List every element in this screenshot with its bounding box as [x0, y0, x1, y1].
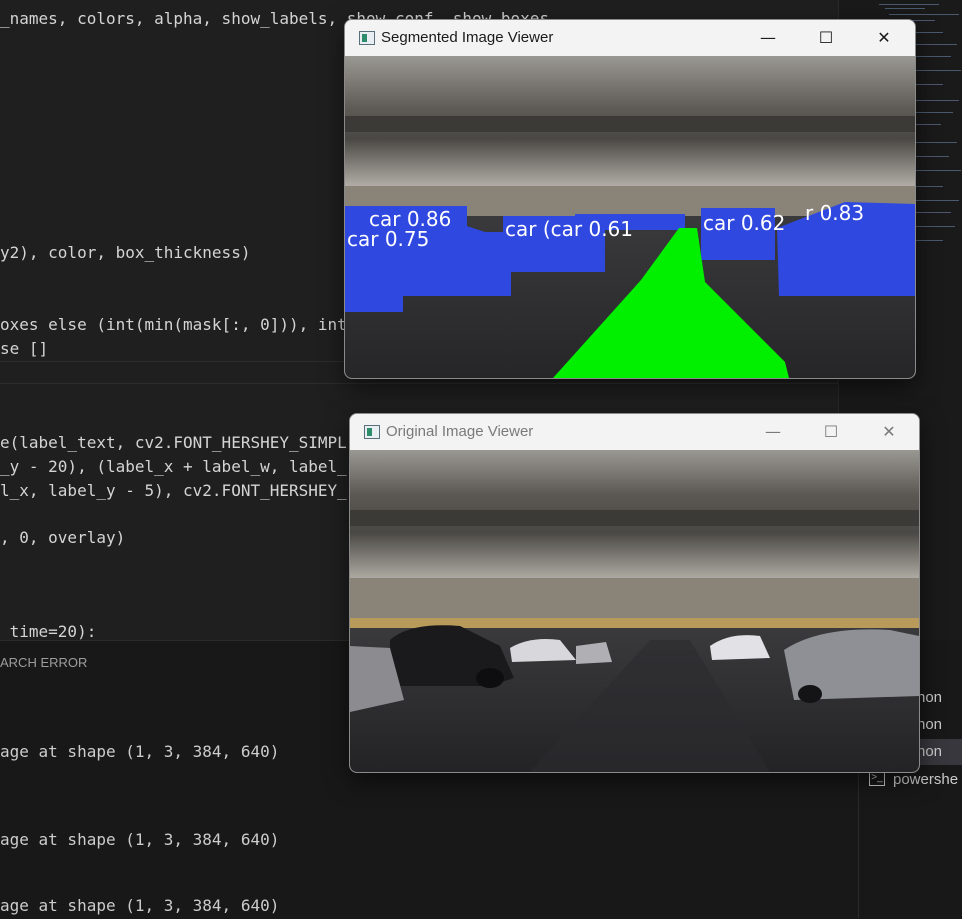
- title-bar[interactable]: Original Image Viewer — ☐ ✕: [350, 414, 919, 450]
- minimap-line: [913, 32, 943, 33]
- minimize-button[interactable]: —: [744, 414, 802, 450]
- detection-label: car 0.75: [347, 227, 429, 251]
- code-line: y2), color, box_thickness): [0, 243, 251, 262]
- minimap-line: [913, 142, 957, 143]
- minimap-line: [913, 112, 953, 113]
- minimap-line: [913, 186, 943, 187]
- terminal-item-label: hon: [917, 689, 943, 706]
- code-line: e(label_text, cv2.FONT_HERSHEY_SIMPL: [0, 433, 347, 452]
- window-title: Original Image Viewer: [386, 423, 534, 440]
- terminal-output-line: age at shape (1, 3, 384, 640): [0, 830, 280, 849]
- maximize-button[interactable]: ☐: [802, 414, 860, 450]
- panel-tab-search-error[interactable]: ARCH ERROR: [0, 655, 87, 670]
- minimap-line: [885, 8, 925, 9]
- minimap-line: [913, 44, 957, 45]
- minimize-button[interactable]: —: [739, 20, 797, 56]
- minimap-line: [913, 70, 961, 71]
- minimap-line: [913, 100, 959, 101]
- code-line: _y - 20), (label_x + label_w, label_: [0, 457, 347, 476]
- original-image: [350, 450, 919, 772]
- detection-label: car (car 0.61: [505, 217, 633, 241]
- close-button[interactable]: ✕: [855, 20, 913, 56]
- terminal-output-line: age at shape (1, 3, 384, 640): [0, 742, 280, 761]
- minimap-line: [913, 84, 943, 85]
- line-highlight: [0, 383, 838, 384]
- minimap-line: [913, 226, 955, 227]
- minimap-line: [913, 170, 961, 171]
- minimap-line: [889, 14, 959, 15]
- minimap-line: [913, 156, 949, 157]
- terminal-output-line: age at shape (1, 3, 384, 640): [0, 896, 280, 915]
- minimap-line: [913, 212, 951, 213]
- window-title: Segmented Image Viewer: [381, 29, 554, 46]
- detection-label: car 0.62: [703, 211, 785, 235]
- minimap-line: [879, 4, 939, 5]
- minimap-line: [913, 240, 943, 241]
- app-icon: [364, 425, 380, 439]
- maximize-button[interactable]: ☐: [797, 20, 855, 56]
- code-line: oxes else (int(min(mask[:, 0])), int(: [0, 315, 357, 334]
- detection-label: r 0.83: [805, 201, 864, 225]
- code-line: l_x, label_y - 5), cv2.FONT_HERSHEY_: [0, 481, 347, 500]
- terminal-item-label: powershe: [893, 771, 959, 788]
- code-line: se []: [0, 339, 49, 358]
- code-line: time=20):: [0, 622, 97, 641]
- terminal-item-label: hon: [917, 743, 943, 760]
- segmented-image-window[interactable]: Segmented Image Viewer — ☐ ✕ car 0.86 ca…: [344, 19, 916, 379]
- original-image-window[interactable]: Original Image Viewer — ☐ ✕: [349, 413, 920, 773]
- minimap-line: [913, 56, 951, 57]
- close-button[interactable]: ✕: [860, 414, 918, 450]
- minimap-line: [913, 124, 941, 125]
- app-icon: [359, 31, 375, 45]
- title-bar[interactable]: Segmented Image Viewer — ☐ ✕: [345, 20, 915, 56]
- segmented-image: car 0.86 car 0.75 car (car 0.61 car 0.62…: [345, 56, 915, 378]
- code-line: , 0, overlay): [0, 528, 126, 547]
- terminal-item-label: hon: [917, 716, 943, 733]
- minimap-line: [913, 200, 959, 201]
